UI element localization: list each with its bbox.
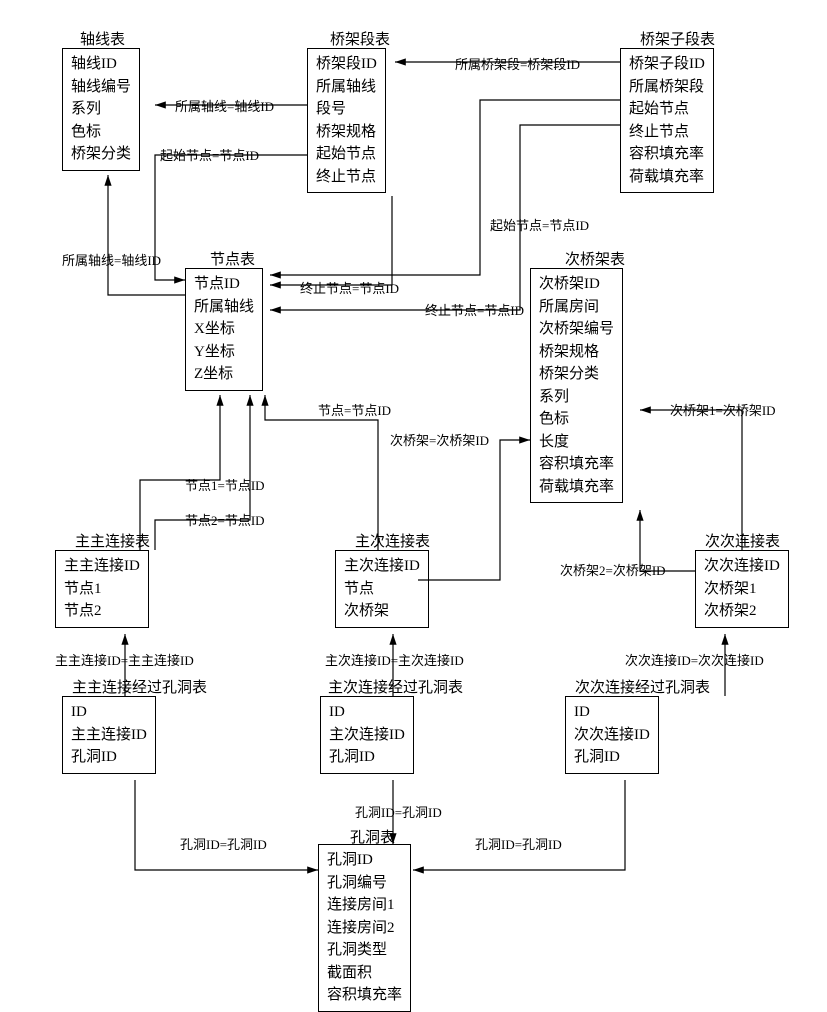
subsegment-entity: 桥架子段ID 所属桥架段 起始节点 终止节点 容积填充率 荷载填充率 xyxy=(620,48,714,193)
field: 次次连接ID xyxy=(704,555,780,578)
mshole-title: 主次连接经过孔洞表 xyxy=(328,676,463,697)
field: 节点1 xyxy=(64,578,140,601)
field: 色标 xyxy=(71,121,131,144)
label-sub-end: 终止节点=节点ID xyxy=(425,300,524,319)
label-ssh-hole: 孔洞ID=孔洞ID xyxy=(475,834,562,853)
label-seg-start: 起始节点=节点ID xyxy=(160,145,259,164)
label-mm-n2: 节点2=节点ID xyxy=(185,510,265,529)
field: ID xyxy=(71,701,147,724)
hole-entity: 孔洞ID 孔洞编号 连接房间1 连接房间2 孔洞类型 截面积 容积填充率 xyxy=(318,844,411,1012)
field: 桥架段ID xyxy=(316,53,377,76)
field: 孔洞ID xyxy=(329,746,405,769)
label-mmh-mm: 主主连接ID=主主连接ID xyxy=(55,650,194,669)
field: 起始节点 xyxy=(316,143,377,166)
field: 所属桥架段 xyxy=(629,76,705,99)
field: 孔洞ID xyxy=(327,849,402,872)
field: 起始节点 xyxy=(629,98,705,121)
mmhole-entity: ID 主主连接ID 孔洞ID xyxy=(62,696,156,774)
field: 连接房间1 xyxy=(327,894,402,917)
field: 主次连接ID xyxy=(329,724,405,747)
field: 荷载填充率 xyxy=(629,166,705,189)
field: 次桥架 xyxy=(344,600,420,623)
field: 孔洞编号 xyxy=(327,872,402,895)
axis-entity: 轴线ID 轴线编号 系列 色标 桥架分类 xyxy=(62,48,140,171)
mshole-entity: ID 主次连接ID 孔洞ID xyxy=(320,696,414,774)
field: 主主连接ID xyxy=(71,724,147,747)
label-seg-end: 终止节点=节点ID xyxy=(300,278,399,297)
field: ID xyxy=(574,701,650,724)
field: 主次连接ID xyxy=(344,555,420,578)
field: 桥架分类 xyxy=(539,363,614,386)
field: Y坐标 xyxy=(194,341,254,364)
node-title: 节点表 xyxy=(210,248,255,269)
field: 截面积 xyxy=(327,962,402,985)
ss-title: 次次连接表 xyxy=(705,530,780,551)
field: 桥架规格 xyxy=(316,121,377,144)
field: 长度 xyxy=(539,431,614,454)
field: 主主连接ID xyxy=(64,555,140,578)
label-sub-start: 起始节点=节点ID xyxy=(490,215,589,234)
label-mmh-hole: 孔洞ID=孔洞ID xyxy=(180,834,267,853)
ss-entity: 次次连接ID 次桥架1 次桥架2 xyxy=(695,550,789,628)
field: 孔洞类型 xyxy=(327,939,402,962)
field: 桥架分类 xyxy=(71,143,131,166)
field: 容积填充率 xyxy=(539,453,614,476)
label-ms-sub: 次桥架=次桥架ID xyxy=(390,430,489,449)
field: 终止节点 xyxy=(629,121,705,144)
axis-title: 轴线表 xyxy=(80,28,125,49)
field: 轴线编号 xyxy=(71,76,131,99)
subsegment-title: 桥架子段表 xyxy=(640,28,715,49)
field: 轴线ID xyxy=(71,53,131,76)
field: 节点2 xyxy=(64,600,140,623)
field: 次次连接ID xyxy=(574,724,650,747)
field: 系列 xyxy=(539,386,614,409)
ms-title: 主次连接表 xyxy=(355,530,430,551)
sshole-title: 次次连接经过孔洞表 xyxy=(575,676,710,697)
field: 次桥架1 xyxy=(704,578,780,601)
segment-title: 桥架段表 xyxy=(330,28,390,49)
field: 段号 xyxy=(316,98,377,121)
field: X坐标 xyxy=(194,318,254,341)
label-ssh-ss: 次次连接ID=次次连接ID xyxy=(625,650,764,669)
label-mm-n1: 节点1=节点ID xyxy=(185,475,265,494)
field: 次桥架编号 xyxy=(539,318,614,341)
label-sub-seg: 所属桥架段=桥架段ID xyxy=(455,54,580,73)
field: 次桥架2 xyxy=(704,600,780,623)
field: 色标 xyxy=(539,408,614,431)
field: 荷载填充率 xyxy=(539,476,614,499)
label-ss-b1: 次桥架1=次桥架ID xyxy=(670,400,776,419)
field: Z坐标 xyxy=(194,363,254,386)
field: 所属轴线 xyxy=(194,296,254,319)
mm-entity: 主主连接ID 节点1 节点2 xyxy=(55,550,149,628)
label-msh-hole: 孔洞ID=孔洞ID xyxy=(355,802,442,821)
field: 系列 xyxy=(71,98,131,121)
field: 次桥架ID xyxy=(539,273,614,296)
field: 孔洞ID xyxy=(574,746,650,769)
field: 桥架子段ID xyxy=(629,53,705,76)
ms-entity: 主次连接ID 节点 次桥架 xyxy=(335,550,429,628)
label-node-axis: 所属轴线=轴线ID xyxy=(62,250,161,269)
subbridge-entity: 次桥架ID 所属房间 次桥架编号 桥架规格 桥架分类 系列 色标 长度 容积填充… xyxy=(530,268,623,503)
field: 所属房间 xyxy=(539,296,614,319)
field: 终止节点 xyxy=(316,166,377,189)
field: 桥架规格 xyxy=(539,341,614,364)
field: 节点ID xyxy=(194,273,254,296)
field: 容积填充率 xyxy=(327,984,402,1007)
mmhole-title: 主主连接经过孔洞表 xyxy=(72,676,207,697)
label-seg-axis: 所属轴线=轴线ID xyxy=(175,96,274,115)
label-msh-ms: 主次连接ID=主次连接ID xyxy=(325,650,464,669)
sshole-entity: ID 次次连接ID 孔洞ID xyxy=(565,696,659,774)
node-entity: 节点ID 所属轴线 X坐标 Y坐标 Z坐标 xyxy=(185,268,263,391)
subbridge-title: 次桥架表 xyxy=(565,248,625,269)
field: 节点 xyxy=(344,578,420,601)
field: ID xyxy=(329,701,405,724)
mm-title: 主主连接表 xyxy=(75,530,150,551)
label-ss-b2: 次桥架2=次桥架ID xyxy=(560,560,666,579)
field: 容积填充率 xyxy=(629,143,705,166)
segment-entity: 桥架段ID 所属轴线 段号 桥架规格 起始节点 终止节点 xyxy=(307,48,386,193)
field: 孔洞ID xyxy=(71,746,147,769)
label-ms-node: 节点=节点ID xyxy=(318,400,391,419)
field: 连接房间2 xyxy=(327,917,402,940)
field: 所属轴线 xyxy=(316,76,377,99)
